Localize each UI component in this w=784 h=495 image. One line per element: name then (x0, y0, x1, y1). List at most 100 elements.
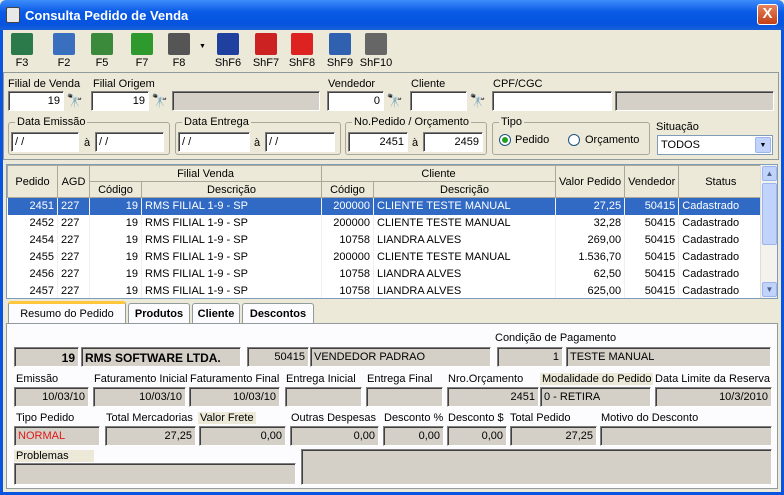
faturamento-inicial-label: Faturamento Inicial (94, 373, 188, 385)
scroll-thumb[interactable] (762, 183, 777, 245)
new-record-icon (53, 33, 75, 55)
cell-valor: 27,25 (555, 197, 626, 215)
save-disk-icon (217, 33, 239, 55)
filial-origem-desc-field (172, 91, 320, 111)
vendedor-field[interactable]: 0 (327, 91, 384, 111)
chevron-down-icon[interactable]: ▼ (755, 137, 771, 153)
cell-agd: 227 (57, 231, 90, 249)
cell-valor: 1.536,70 (555, 248, 626, 266)
app-icon (6, 7, 20, 23)
table-row[interactable]: 2451 227 19 RMS FILIAL 1-9 - SP 200000 C… (7, 197, 764, 215)
dropdown-arrow-icon[interactable]: ▼ (199, 43, 206, 50)
filial-origem-field[interactable]: 19 (91, 91, 149, 111)
cell-filial-descricao: RMS FILIAL 1-9 - SP (141, 282, 322, 298)
cell-pedido: 2451 (7, 197, 58, 215)
data-emissao-de-field[interactable]: / / (11, 132, 79, 152)
table-row[interactable]: 2454 227 19 RMS FILIAL 1-9 - SP 10758 LI… (7, 231, 764, 249)
col-filial-codigo[interactable]: Código (89, 181, 142, 198)
toolbar-button-shf8[interactable]: ShF8 (285, 32, 319, 70)
cell-filial-descricao: RMS FILIAL 1-9 - SP (141, 265, 322, 283)
cell-status: Cadastrado (678, 248, 764, 266)
tipo-orcamento-label: Orçamento (585, 134, 640, 146)
search-binoculars-icon[interactable]: 🔭 (151, 92, 169, 110)
col-vendedor[interactable]: Vendedor (624, 165, 680, 198)
vendedor-label: Vendedor (328, 78, 376, 90)
cpf-label: CPF/CGC (493, 78, 543, 90)
cell-filial-codigo: 19 (89, 214, 142, 232)
cell-agd: 227 (57, 248, 90, 266)
toolbar-button-shf7[interactable]: ShF7 (249, 32, 283, 70)
cell-pedido: 2455 (7, 248, 58, 266)
cpf-field[interactable] (492, 91, 612, 111)
col-valor[interactable]: Valor Pedido (554, 165, 626, 198)
tab-produtos[interactable]: Produtos (128, 303, 190, 323)
vendedor-nome-field: VENDEDOR PADRAO (310, 347, 491, 367)
chart-icon (131, 33, 153, 55)
toolbar-button-f3[interactable]: F3 (7, 32, 37, 70)
table-row[interactable]: 2457 227 19 RMS FILIAL 1-9 - SP 10758 LI… (7, 282, 764, 298)
col-filial-descricao[interactable]: Descrição (141, 181, 322, 198)
toolbar-button-f5[interactable]: F5 (87, 32, 117, 70)
cell-vendedor: 50415 (624, 248, 680, 266)
cell-pedido: 2457 (7, 282, 58, 298)
cell-agd: 227 (57, 214, 90, 232)
filial-venda-field[interactable]: 19 (8, 91, 64, 111)
problemas-detalhe-field (301, 449, 772, 485)
scroll-up-icon[interactable]: ▲ (762, 166, 777, 181)
data-emissao-ate-field[interactable]: / / (95, 132, 164, 152)
cell-vendedor: 50415 (624, 282, 680, 298)
search-binoculars-icon[interactable]: 🔭 (66, 92, 84, 110)
window-title: Consulta Pedido de Venda (25, 8, 189, 23)
cell-filial-codigo: 19 (89, 197, 142, 215)
table-row[interactable]: 2456 227 19 RMS FILIAL 1-9 - SP 10758 LI… (7, 265, 764, 283)
toolbar-button-f2[interactable]: F2 (49, 32, 79, 70)
tipo-label: Tipo (499, 116, 524, 128)
col-pedido[interactable]: Pedido (7, 165, 58, 198)
col-filial-venda: Filial Venda (89, 165, 322, 182)
col-cliente-descricao[interactable]: Descrição (373, 181, 556, 198)
search-binoculars-icon[interactable]: 🔭 (469, 92, 487, 110)
search-binoculars-icon[interactable]: 🔭 (386, 92, 404, 110)
cell-cliente-codigo: 200000 (321, 248, 374, 266)
toolbar-button-f7[interactable]: F7 (127, 32, 157, 70)
situacao-select[interactable]: TODOS ▼ (657, 135, 773, 155)
data-entrega-de-field[interactable]: / / (178, 132, 250, 152)
cliente-label: Cliente (411, 78, 446, 90)
desconto-valor-field: 0,00 (447, 426, 507, 446)
toolbar-button-shf9[interactable]: ShF9 (323, 32, 357, 70)
scroll-down-icon[interactable]: ▼ (762, 282, 777, 297)
filial-origem-label: Filial Origem (93, 78, 155, 90)
col-status[interactable]: Status (678, 165, 764, 198)
toolbar-button-shf10[interactable]: ShF10 (358, 32, 394, 70)
tab-descontos[interactable]: Descontos (242, 303, 314, 323)
col-cliente-codigo[interactable]: Código (321, 181, 374, 198)
nopedido-ate-field[interactable]: 2459 (423, 132, 483, 152)
table-row[interactable]: 2455 227 19 RMS FILIAL 1-9 - SP 200000 C… (7, 248, 764, 266)
toolbar-button-f8[interactable]: F8 (164, 32, 194, 70)
faturamento-final-field: 10/03/10 (189, 387, 280, 407)
cell-status: Cadastrado (678, 265, 764, 283)
col-agd[interactable]: AGD (57, 165, 90, 198)
cell-filial-codigo: 19 (89, 231, 142, 249)
situacao-label: Situação (656, 121, 699, 133)
motivo-desconto-field (600, 426, 772, 446)
cell-filial-codigo: 19 (89, 265, 142, 283)
nopedido-de-field[interactable]: 2451 (348, 132, 408, 152)
tipo-pedido-radio[interactable] (499, 134, 511, 146)
emissao-label: Emissão (16, 373, 59, 385)
tab-cliente[interactable]: Cliente (192, 303, 240, 323)
cell-valor: 625,00 (555, 282, 626, 298)
total-pedido-field: 27,25 (510, 426, 597, 446)
close-button[interactable]: X (757, 4, 778, 25)
tab-resumo-pedido[interactable]: Resumo do Pedido (8, 301, 126, 323)
total-mercadorias-field: 27,25 (105, 426, 196, 446)
data-entrega-ate-field[interactable]: / / (265, 132, 335, 152)
grid-scrollbar[interactable]: ▲ ▼ (760, 165, 777, 298)
faturamento-inicial-field: 10/03/10 (93, 387, 186, 407)
toolbar-button-shf6[interactable]: ShF6 (211, 32, 245, 70)
tipo-orcamento-radio[interactable] (568, 134, 580, 146)
cliente-field[interactable] (410, 91, 467, 111)
table-row[interactable]: 2452 227 19 RMS FILIAL 1-9 - SP 200000 C… (7, 214, 764, 232)
cell-cliente-descricao: CLIENTE TESTE MANUAL (373, 214, 556, 232)
cell-valor: 32,28 (555, 214, 626, 232)
